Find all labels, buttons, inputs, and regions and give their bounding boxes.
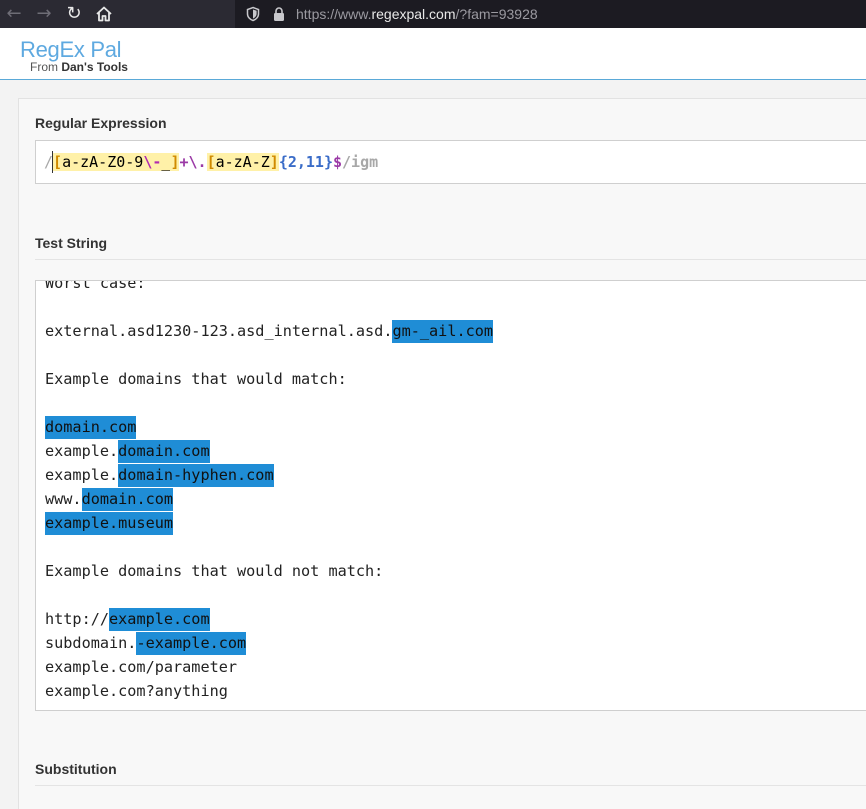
regex-expression: /[a-zA-Z0-9\-_]+\.[a-zA-Z]{2,11}$/igm bbox=[44, 153, 379, 171]
address-bar[interactable]: https://www.regexpal.com/?fam=93928 bbox=[235, 0, 866, 28]
line-text: http:// bbox=[45, 610, 110, 628]
test-line: domain.com bbox=[45, 415, 493, 439]
test-line bbox=[45, 583, 493, 607]
match-highlight: domain.com bbox=[45, 416, 137, 439]
match-highlight: example.com bbox=[109, 608, 210, 631]
line-text: example.com/parameter bbox=[45, 658, 238, 676]
line-text: Example domains that would not match: bbox=[45, 562, 384, 580]
test-line: example.com/parameter bbox=[45, 655, 493, 679]
line-text: www. bbox=[45, 490, 82, 508]
test-line: example.domain-hyphen.com bbox=[45, 463, 493, 487]
test-line: example.com?anything bbox=[45, 679, 493, 703]
reload-icon[interactable]: ↻ bbox=[62, 2, 86, 26]
match-highlight: domain.com bbox=[118, 440, 210, 463]
match-highlight: example.museum bbox=[45, 512, 174, 535]
test-line: example.museum bbox=[45, 511, 493, 535]
test-line: Example domains that would not match: bbox=[45, 559, 493, 583]
line-text: example. bbox=[45, 466, 119, 484]
line-text: external.asd1230-123.asd_internal.asd. bbox=[45, 322, 393, 340]
shield-icon[interactable] bbox=[245, 6, 261, 22]
line-text: Worst case: bbox=[45, 280, 146, 292]
line-text: Example domains that would match: bbox=[45, 370, 347, 388]
match-highlight: domain-hyphen.com bbox=[118, 464, 274, 487]
test-string-input[interactable]: Worst case: external.asd1230-123.asd_inte… bbox=[35, 280, 866, 711]
browser-toolbar: ← → ↻ https://www.regexpal.com/?fam=9392… bbox=[0, 0, 866, 28]
test-line bbox=[45, 391, 493, 415]
match-highlight: domain.com bbox=[81, 488, 174, 511]
test-line bbox=[45, 343, 493, 367]
substitution-section-title: Substitution bbox=[35, 761, 117, 777]
test-line: example.domain.com bbox=[45, 439, 493, 463]
back-arrow-icon[interactable]: ← bbox=[2, 2, 26, 26]
section-divider bbox=[35, 785, 866, 786]
line-text: example. bbox=[45, 442, 119, 460]
test-line bbox=[45, 295, 493, 319]
test-line: www.domain.com bbox=[45, 487, 493, 511]
match-highlight: -example.com bbox=[136, 632, 247, 655]
test-string-lines: Worst case: external.asd1230-123.asd_inte… bbox=[45, 280, 494, 703]
line-text: subdomain. bbox=[45, 634, 137, 652]
home-icon[interactable] bbox=[92, 2, 116, 26]
forward-arrow-icon[interactable]: → bbox=[32, 2, 56, 26]
site-header: RegEx Pal From Dan's Tools bbox=[0, 28, 866, 80]
test-line: http://example.com bbox=[45, 607, 493, 631]
test-line: subdomain.-example.com bbox=[45, 631, 493, 655]
test-string-section-title: Test String bbox=[35, 235, 108, 251]
regex-input[interactable]: /[a-zA-Z0-9\-_]+\.[a-zA-Z]{2,11}$/igm bbox=[35, 140, 866, 184]
regex-section-title: Regular Expression bbox=[35, 115, 167, 131]
line-text: example.com?anything bbox=[45, 682, 228, 700]
section-divider bbox=[35, 259, 866, 260]
test-line: external.asd1230-123.asd_internal.asd.gm… bbox=[45, 319, 494, 343]
brand-subtitle: From Dan's Tools bbox=[30, 60, 128, 74]
test-line bbox=[45, 535, 493, 559]
match-highlight: gm-_ail.com bbox=[392, 320, 494, 343]
test-line: Worst case: bbox=[45, 280, 493, 295]
test-line: Example domains that would match: bbox=[45, 367, 493, 391]
url-text[interactable]: https://www.regexpal.com/?fam=93928 bbox=[296, 6, 538, 22]
lock-icon[interactable] bbox=[271, 6, 287, 22]
